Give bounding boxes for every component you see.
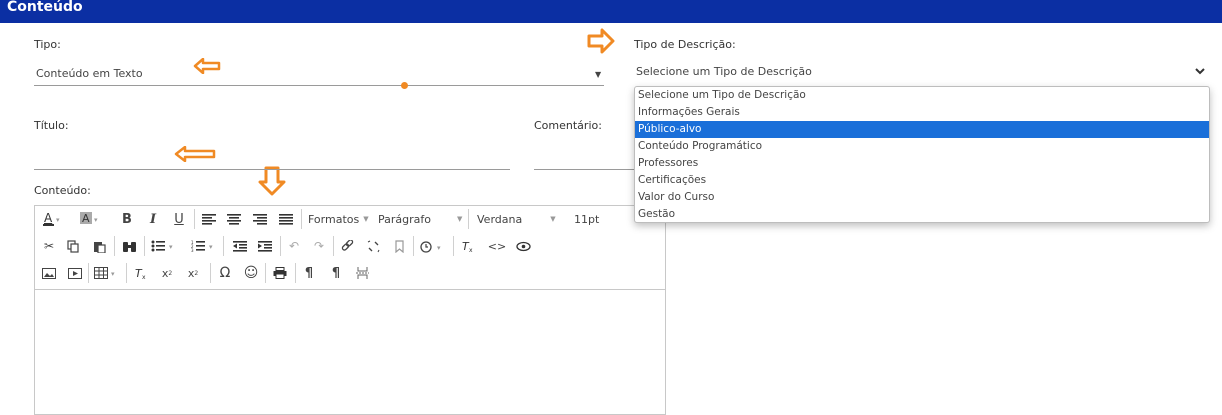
dropdown-option[interactable]: Conteúdo Programático	[635, 138, 1209, 155]
background-color-button[interactable]: A ▾	[78, 209, 102, 229]
svg-text:A: A	[82, 212, 90, 225]
text-color-icon: A ▾	[43, 211, 60, 226]
svg-text:▾: ▾	[56, 216, 60, 224]
emoticons-icon[interactable]: ☺	[242, 263, 260, 283]
preview-eye-icon[interactable]	[514, 236, 532, 256]
comentario-label: Comentário:	[534, 119, 602, 132]
chevron-down-icon	[1195, 68, 1205, 75]
outdent-icon[interactable]	[231, 236, 249, 256]
superscript-icon[interactable]: x2	[185, 263, 201, 283]
tipo-descricao-dropdown-list: Selecione um Tipo de Descrição Informaçõ…	[634, 86, 1210, 223]
focus-indicator-dot	[401, 82, 408, 89]
titulo-underline	[34, 169, 510, 170]
dropdown-option[interactable]: Certificações	[635, 172, 1209, 189]
table-icon[interactable]: ▾	[93, 263, 121, 283]
svg-text:▾: ▾	[437, 244, 441, 252]
paste-icon[interactable]	[91, 236, 107, 256]
align-right-icon[interactable]	[251, 209, 269, 229]
font-family-dropdown[interactable]: Verdana ▼	[477, 209, 562, 229]
remove-format-icon[interactable]: Tx	[133, 263, 149, 283]
align-justify-icon[interactable]	[277, 209, 295, 229]
copy-icon[interactable]	[65, 236, 81, 256]
dropdown-option[interactable]: Selecione um Tipo de Descrição	[635, 87, 1209, 104]
formats-dropdown[interactable]: Formatos ▼	[308, 209, 370, 229]
bold-icon[interactable]: B	[119, 209, 135, 229]
insert-image-icon[interactable]	[41, 263, 57, 283]
font-size-dropdown[interactable]: 11pt	[574, 209, 614, 229]
align-left-icon[interactable]	[200, 209, 218, 229]
svg-text:x: x	[142, 274, 146, 280]
underline-icon[interactable]: U	[171, 209, 187, 229]
insert-datetime-icon[interactable]: ▾	[419, 236, 447, 256]
tipo-descricao-select[interactable]: Selecione um Tipo de Descrição	[634, 60, 1208, 84]
show-blocks-pilcrow-icon[interactable]: ¶	[301, 263, 317, 283]
special-character-omega-icon[interactable]: Ω	[216, 263, 234, 283]
dropdown-option[interactable]: Informações Gerais	[635, 104, 1209, 121]
align-center-icon[interactable]	[225, 209, 243, 229]
toolbar-row-2: ✂ ▾ 1 2 3 ▾ ↶ ↷ ▾ T x <>	[35, 233, 665, 260]
redo-icon[interactable]: ↷	[311, 236, 327, 256]
svg-text:3: 3	[191, 248, 194, 252]
print-icon[interactable]	[271, 263, 289, 283]
comentario-input[interactable]	[534, 138, 634, 168]
arrow-left-icon	[193, 58, 221, 74]
clear-formatting-icon[interactable]: Tx	[460, 236, 476, 256]
chevron-down-icon: ▼	[595, 70, 602, 79]
titulo-label: Título:	[34, 119, 69, 132]
tipo-underline	[34, 85, 604, 86]
link-icon[interactable]	[339, 236, 355, 256]
svg-text:▾: ▾	[169, 243, 173, 251]
find-binoculars-icon[interactable]	[120, 236, 138, 256]
dropdown-option[interactable]: Gestão	[635, 206, 1209, 223]
formats-label: Formatos	[308, 212, 360, 226]
text-color-button[interactable]: A ▾	[40, 209, 64, 229]
tipo-select[interactable]: Conteúdo em Texto ▼	[34, 60, 604, 86]
page-title: Conteúdo	[7, 0, 83, 15]
numbered-list-icon[interactable]: 1 2 3 ▾	[190, 236, 218, 256]
arrow-right-icon	[587, 28, 615, 54]
font-family-label: Verdana	[477, 212, 523, 226]
insert-media-icon[interactable]	[67, 263, 83, 283]
dropdown-option[interactable]: Valor do Curso	[635, 189, 1209, 206]
paragraph-dropdown[interactable]: Parágrafo ▼	[378, 209, 463, 229]
tipo-descricao-label: Tipo de Descrição:	[634, 38, 736, 51]
cut-icon[interactable]: ✂	[41, 236, 57, 256]
svg-text:▾: ▾	[111, 270, 115, 278]
highlight-color-icon: A ▾	[80, 212, 98, 225]
editor-content-area[interactable]	[35, 290, 665, 414]
svg-text:▾: ▾	[209, 243, 213, 251]
tipo-select-value: Conteúdo em Texto	[36, 67, 143, 80]
page-header: Conteúdo	[0, 0, 1222, 23]
font-size-label: 11pt	[574, 212, 600, 226]
indent-icon[interactable]	[256, 236, 274, 256]
paragraph-label: Parágrafo	[378, 212, 431, 226]
svg-text:▾: ▾	[94, 216, 98, 224]
page-break-icon[interactable]	[353, 263, 371, 283]
bookmark-anchor-icon[interactable]	[391, 236, 407, 256]
toolbar-row-3: ▾ Tx x2 x2 Ω ☺ ¶ ¶	[35, 260, 665, 287]
bullet-list-icon[interactable]: ▾	[150, 236, 178, 256]
conteudo-label: Conteúdo:	[34, 184, 91, 197]
dropdown-option[interactable]: Professores	[635, 155, 1209, 172]
titulo-input[interactable]	[34, 138, 510, 168]
source-code-icon[interactable]: <>	[488, 236, 506, 256]
italic-icon[interactable]: I	[145, 209, 161, 229]
comentario-underline	[534, 169, 634, 170]
rich-text-editor: A ▾ A ▾ B I U Formatos ▼ Parágrafo ▼ Verdana…	[34, 205, 666, 415]
show-invisibles-pilcrow-icon[interactable]: ¶	[328, 263, 344, 283]
svg-text:x: x	[469, 247, 473, 253]
unlink-icon[interactable]	[365, 236, 381, 256]
tipo-descricao-value: Selecione um Tipo de Descrição	[636, 65, 812, 78]
undo-icon[interactable]: ↶	[286, 236, 302, 256]
toolbar-row-1: A ▾ A ▾ B I U Formatos ▼ Parágrafo ▼ Verdana…	[35, 206, 665, 233]
tipo-label: Tipo:	[34, 38, 61, 51]
dropdown-option-highlighted[interactable]: Público-alvo	[635, 121, 1209, 138]
subscript-icon[interactable]: x2	[159, 263, 175, 283]
svg-text:A: A	[44, 211, 53, 225]
arrow-down-icon	[258, 166, 286, 196]
